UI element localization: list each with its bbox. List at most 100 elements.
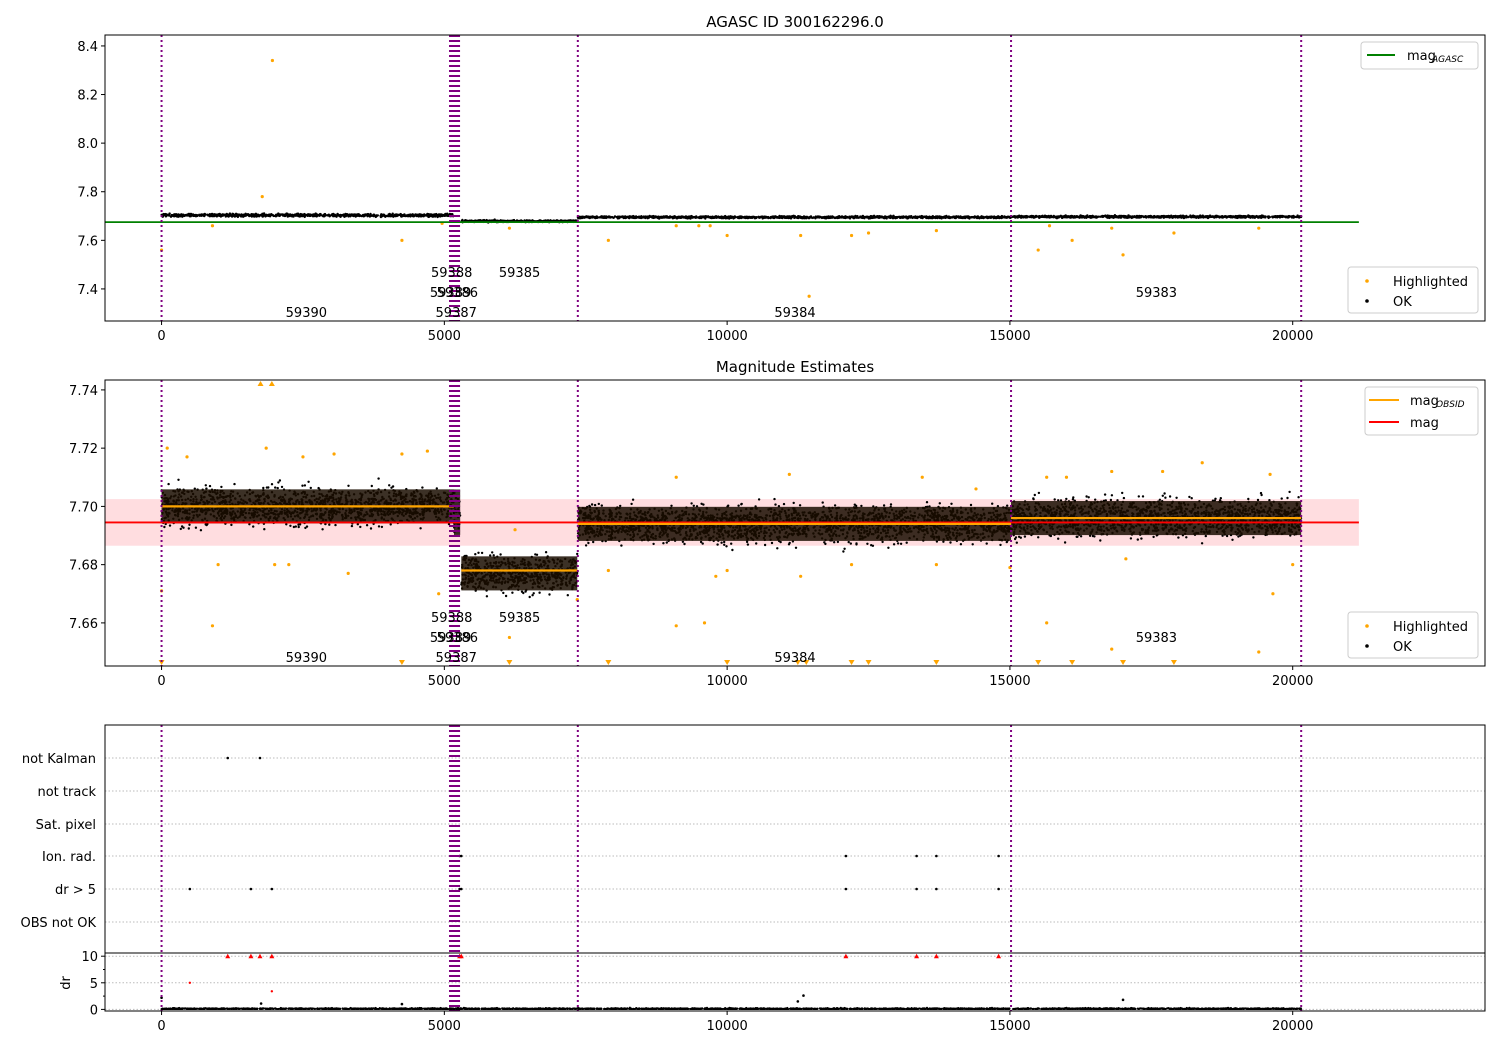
ok-point (229, 212, 231, 214)
ok-point (1191, 216, 1193, 218)
ok-point (291, 214, 293, 216)
ok-point (199, 215, 201, 217)
ok-point (407, 215, 409, 217)
ok-point (298, 526, 300, 528)
ok-point (388, 484, 390, 486)
ok-point (1074, 216, 1076, 218)
ok-point (1173, 215, 1175, 217)
ok-point (613, 217, 615, 219)
ok-point (586, 215, 588, 217)
ok-point (700, 217, 702, 219)
ok-point (211, 213, 213, 215)
ok-point (195, 215, 197, 217)
legend-highlighted-marker (1365, 279, 1369, 283)
ok-point (1285, 216, 1287, 218)
ok-point (608, 215, 610, 217)
ok-point (793, 216, 795, 218)
plot-area-1 (105, 381, 1359, 665)
ok-point (176, 214, 178, 216)
ok-point (205, 524, 207, 526)
ok-point (318, 214, 320, 216)
ok-point (400, 213, 402, 215)
ok-point (971, 216, 973, 218)
ok-point (881, 216, 883, 218)
ok-point (885, 216, 887, 218)
ok-point (301, 485, 303, 487)
ok-point (429, 213, 431, 215)
ok-point (289, 525, 291, 527)
ok-point (1038, 215, 1040, 217)
ok-point (1197, 216, 1199, 218)
ok-point (354, 213, 356, 215)
ok-point (1093, 216, 1095, 218)
title-mag-estimates: Magnitude Estimates (716, 358, 874, 376)
ok-point (776, 216, 778, 218)
ok-point (1291, 216, 1293, 218)
ok-point (832, 216, 834, 218)
highlighted-point (935, 229, 938, 232)
ok-point (1278, 215, 1280, 217)
ok-point (1030, 216, 1032, 218)
ok-point (805, 217, 807, 219)
ok-point (1232, 215, 1234, 217)
ok-point (1258, 215, 1260, 217)
ok-point (1296, 214, 1298, 216)
ok-point (838, 216, 840, 218)
ok-point (576, 553, 578, 555)
axes-frame-0 (105, 35, 1485, 321)
ok-point (373, 214, 375, 216)
ok-point (916, 216, 918, 218)
ok-point (367, 214, 369, 216)
ok-point (668, 216, 670, 218)
ok-point (663, 216, 665, 218)
highlighted-point (211, 224, 214, 227)
ok-point (277, 481, 279, 483)
ok-point (296, 214, 298, 216)
ok-point (378, 525, 380, 527)
ok-point (894, 216, 896, 218)
highlighted-point (709, 224, 712, 227)
ok-point (177, 479, 179, 481)
ok-point (1105, 215, 1107, 217)
ok-point (188, 527, 190, 529)
ok-point (929, 216, 931, 218)
ok-point (272, 214, 274, 216)
ok-point (317, 487, 319, 489)
ok-point (384, 215, 386, 217)
ok-point (691, 216, 693, 218)
ok-point (870, 216, 872, 218)
ok-point (1280, 215, 1282, 217)
ok-point (978, 217, 980, 219)
ok-point (1145, 216, 1147, 218)
ok-point (1181, 216, 1183, 218)
ok-point (304, 216, 306, 218)
highlighted-point (1257, 227, 1260, 230)
ok-point (732, 216, 734, 218)
ok-point (233, 483, 235, 485)
ok-point (1142, 215, 1144, 217)
ok-point (888, 216, 890, 218)
ok-point (801, 217, 803, 219)
ok-point (628, 216, 630, 218)
ok-point (1058, 216, 1060, 218)
ok-point (583, 216, 585, 218)
ok-point (261, 213, 263, 215)
ok-point (1096, 216, 1098, 218)
ok-point (913, 216, 915, 218)
ok-point (772, 216, 774, 218)
ok-point (850, 216, 852, 218)
ok-point (878, 216, 880, 218)
ok-point (874, 216, 876, 218)
obsid-label: 59383 (1136, 286, 1177, 301)
ok-point (1189, 214, 1191, 216)
ok-point (268, 215, 270, 217)
ok-point (1272, 216, 1274, 218)
ok-point (169, 524, 171, 526)
ok-point (657, 217, 659, 219)
ok-point (216, 214, 218, 216)
x-tick-label: 15000 (989, 329, 1030, 344)
ok-point (230, 524, 232, 526)
ok-point (950, 216, 952, 218)
ok-point (180, 528, 182, 530)
ok-point (336, 213, 338, 215)
